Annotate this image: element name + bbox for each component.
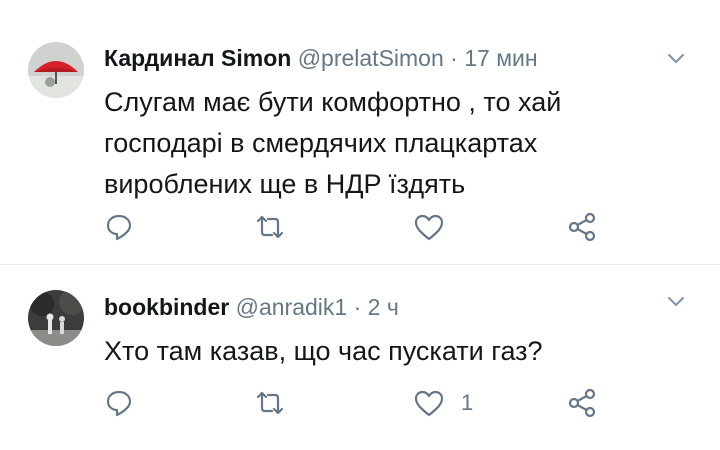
chevron-down-icon[interactable] (664, 290, 688, 314)
like-button[interactable] (413, 210, 461, 244)
display-name[interactable]: bookbinder (104, 294, 229, 320)
chevron-down-icon[interactable] (664, 47, 688, 71)
timestamp[interactable]: 17 мин (464, 45, 537, 71)
like-button[interactable]: 1 (413, 386, 473, 420)
tweet[interactable]: Кардинал Simon @prelatSimon · 17 мин Слу… (0, 0, 720, 264)
tweet-actions: 1 (0, 386, 720, 420)
share-icon (566, 388, 598, 418)
heart-icon (413, 388, 445, 418)
avatar[interactable] (28, 42, 84, 98)
avatar[interactable] (28, 290, 84, 346)
tweet-text: Хто там казав, що час пускати газ? (104, 336, 543, 366)
reply-button[interactable] (104, 210, 134, 244)
retweet-icon (253, 212, 287, 242)
user-handle[interactable]: @anradik1 (236, 294, 348, 320)
separator-dot: · (450, 45, 458, 71)
timestamp[interactable]: 2 ч (368, 294, 399, 320)
share-icon (566, 212, 598, 242)
like-count: 1 (461, 390, 474, 415)
heart-icon (413, 212, 445, 242)
user-handle[interactable]: @prelatSimon (298, 45, 444, 71)
tweet-text: Слугам має бути комфортно , то хай госпо… (104, 87, 562, 199)
display-name[interactable]: Кардинал Simon (104, 45, 291, 71)
reply-button[interactable] (104, 386, 134, 420)
reply-icon (104, 388, 134, 418)
tweet[interactable]: bookbinder @anradik1 · 2 ч Хто там казав… (0, 264, 720, 450)
tweet-header: Кардинал Simon @prelatSimon · 17 мин (104, 43, 538, 73)
tweet-header: bookbinder @anradik1 · 2 ч (104, 292, 399, 322)
retweet-button[interactable] (253, 386, 287, 420)
tweet-actions (0, 210, 720, 244)
reply-icon (104, 212, 134, 242)
retweet-icon (253, 388, 287, 418)
retweet-button[interactable] (253, 210, 287, 244)
share-button[interactable] (566, 210, 598, 244)
separator-dot: · (353, 294, 362, 320)
share-button[interactable] (566, 386, 598, 420)
